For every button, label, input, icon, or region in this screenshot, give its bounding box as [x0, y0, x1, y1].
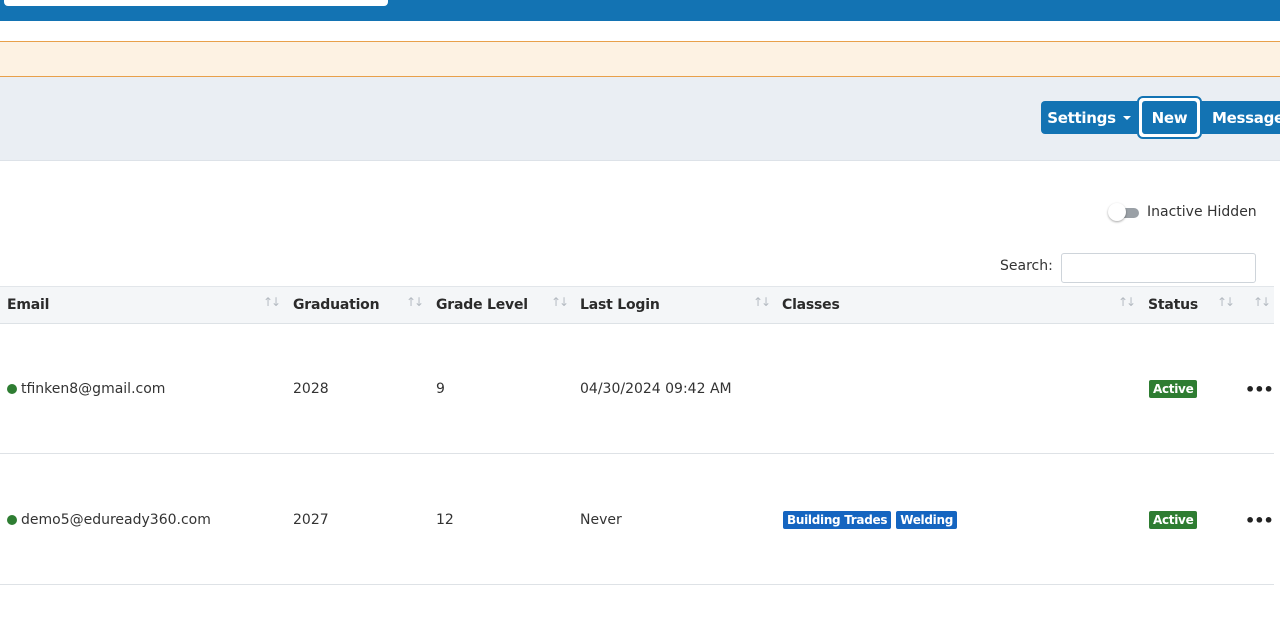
notice-banner [0, 41, 1280, 77]
inactive-hidden-label: Inactive Hidden [1147, 204, 1257, 220]
sort-arrows-icon[interactable]: ↑↓ [753, 295, 771, 309]
classes-cell: Building Trades Welding [783, 455, 962, 585]
column-header-status[interactable]: Status [1148, 287, 1198, 323]
email-value: tfinken8@gmail.com [21, 381, 166, 397]
more-actions-icon[interactable]: ••• [1245, 324, 1274, 454]
online-status-dot-icon [7, 384, 17, 394]
more-actions-icon[interactable]: ••• [1245, 455, 1274, 585]
search-input[interactable] [1061, 253, 1256, 283]
status-badge: Active [1149, 511, 1198, 529]
email-value: demo5@eduready360.com [21, 512, 211, 528]
status-cell: Active [1149, 324, 1198, 454]
global-search-field[interactable] [4, 0, 388, 6]
inactive-hidden-toggle[interactable] [1108, 203, 1139, 221]
message-button[interactable]: Message [1202, 101, 1280, 134]
table-row[interactable]: tfinken8@gmail.com 2028 9 04/30/2024 09:… [0, 324, 1274, 454]
column-header-last-login[interactable]: Last Login [580, 287, 660, 323]
graduation-cell: 2028 [293, 381, 329, 397]
sort-arrows-icon[interactable]: ↑↓ [1253, 295, 1271, 309]
email-cell: tfinken8@gmail.com [0, 324, 165, 454]
sort-arrows-icon[interactable]: ↑↓ [551, 295, 569, 309]
grade-level-cell: 9 [436, 381, 445, 397]
new-button-label: New [1151, 108, 1188, 127]
last-login-cell: 04/30/2024 09:42 AM [580, 381, 732, 397]
page-toolbar: Settings New Message [0, 77, 1280, 161]
table-row[interactable]: demo5@eduready360.com 2027 12 Never Buil… [0, 455, 1274, 585]
caret-down-icon [1122, 115, 1131, 120]
top-navbar [0, 0, 1280, 21]
sort-arrows-icon[interactable]: ↑↓ [1118, 295, 1136, 309]
class-badge[interactable]: Building Trades [783, 511, 892, 529]
email-cell: demo5@eduready360.com [0, 455, 211, 585]
toggle-knob [1108, 203, 1126, 221]
column-header-graduation[interactable]: Graduation [293, 287, 380, 323]
grade-level-cell: 12 [436, 512, 454, 528]
settings-button-label: Settings [1047, 108, 1116, 127]
class-badge[interactable]: Welding [896, 511, 957, 529]
search-label: Search: [1000, 258, 1053, 274]
graduation-cell: 2027 [293, 512, 329, 528]
table-header: Email ↑↓ Graduation ↑↓ Grade Level ↑↓ La… [0, 286, 1274, 324]
inactive-toggle-group: Inactive Hidden [1108, 203, 1257, 221]
status-badge: Active [1149, 380, 1198, 398]
column-header-classes[interactable]: Classes [782, 287, 840, 323]
online-status-dot-icon [7, 515, 17, 525]
status-cell: Active [1149, 455, 1198, 585]
settings-dropdown-button[interactable]: Settings [1041, 101, 1137, 134]
new-button[interactable]: New [1137, 96, 1202, 139]
sort-arrows-icon[interactable]: ↑↓ [406, 295, 424, 309]
column-header-grade-level[interactable]: Grade Level [436, 287, 528, 323]
sort-arrows-icon[interactable]: ↑↓ [1217, 295, 1235, 309]
column-header-email[interactable]: Email [7, 287, 49, 323]
sort-arrows-icon[interactable]: ↑↓ [263, 295, 281, 309]
message-button-label: Message [1212, 108, 1280, 127]
last-login-cell: Never [580, 512, 622, 528]
